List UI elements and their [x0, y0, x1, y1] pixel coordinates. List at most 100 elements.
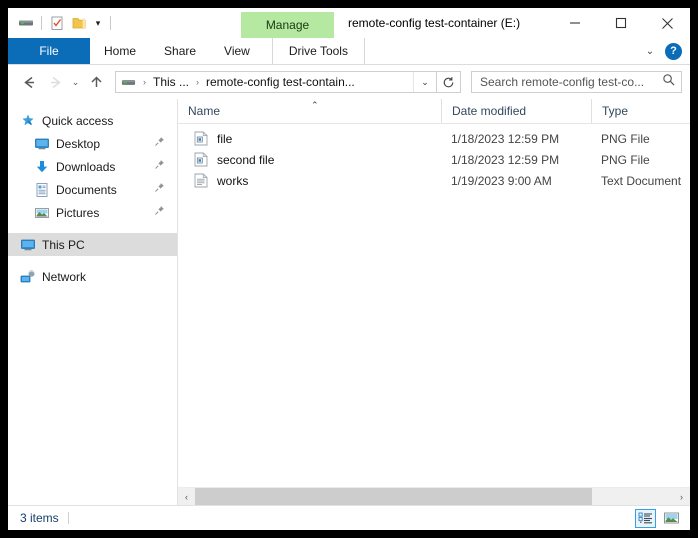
quick-access-star-icon [20, 113, 36, 129]
title-bar: ▾ Manage remote-config test-container (E… [8, 8, 690, 38]
tab-drive-tools[interactable]: Drive Tools [271, 38, 365, 64]
scroll-left-arrow-icon[interactable]: ‹ [178, 488, 195, 505]
navigation-pane: Quick access Desktop Downloads Documents… [8, 99, 178, 505]
tab-view[interactable]: View [210, 38, 264, 64]
maximize-icon[interactable] [598, 8, 644, 38]
search-placeholder: Search remote-config test-co... [480, 75, 645, 89]
up-button[interactable] [83, 69, 109, 95]
breadcrumb-segment-current[interactable]: remote-config test-contain... [204, 75, 357, 89]
table-row[interactable]: file 1/18/2023 12:59 PM PNG File [178, 128, 690, 149]
file-name-label: second file [217, 152, 275, 167]
window-title: remote-config test-container (E:) [348, 16, 521, 30]
breadcrumb[interactable]: › This ... › remote-config test-contain.… [115, 71, 437, 93]
breadcrumb-segment-this-pc[interactable]: This ... [151, 75, 191, 89]
pin-icon[interactable] [154, 205, 165, 219]
tab-share[interactable]: Share [150, 38, 210, 64]
recent-locations-chevron-icon[interactable]: ⌄ [68, 69, 83, 95]
file-type-cell: PNG File [601, 152, 650, 167]
address-bar: ⌄ › This ... › remote-config test-contai… [8, 65, 690, 99]
this-pc-icon [20, 237, 36, 253]
column-header-date-modified[interactable]: Date modified [441, 99, 591, 123]
sidebar-item-this-pc[interactable]: This PC [8, 233, 177, 256]
item-count-label: 3 items [20, 511, 59, 525]
file-name-label: file [217, 131, 233, 146]
file-name-cell[interactable]: second file [178, 152, 441, 167]
column-header-type[interactable]: Type [591, 99, 690, 123]
breadcrumb-dropdown-icon[interactable]: ⌄ [413, 72, 436, 92]
pin-icon[interactable] [154, 182, 165, 196]
forward-button[interactable] [42, 69, 68, 95]
contextual-tab-header-manage: Manage [241, 12, 334, 38]
scroll-right-arrow-icon[interactable]: › [673, 488, 690, 505]
ribbon-tab-bar: File Home Share View Drive Tools ⌄ ? [8, 38, 690, 65]
large-icons-view-button[interactable] [661, 509, 682, 528]
qat-separator-1 [41, 16, 42, 30]
file-name-label: works [217, 173, 249, 188]
ribbon-right-controls: ⌄ ? [641, 38, 686, 64]
explorer-body: Quick access Desktop Downloads Documents… [8, 99, 690, 505]
details-view-button[interactable] [635, 508, 656, 528]
file-list-pane: Name ⌃ Date modified Type file 1/18/2023… [178, 99, 690, 505]
back-button[interactable] [16, 69, 42, 95]
sidebar-item-quick-access[interactable]: Quick access [8, 109, 177, 132]
file-explorer-window: ▾ Manage remote-config test-container (E… [8, 8, 690, 530]
table-row[interactable]: second file 1/18/2023 12:59 PM PNG File [178, 149, 690, 170]
network-icon [20, 269, 36, 285]
file-date-cell: 1/18/2023 12:59 PM [451, 152, 560, 167]
sort-ascending-icon: ⌃ [311, 100, 319, 110]
pin-icon[interactable] [154, 159, 165, 173]
search-icon[interactable] [662, 73, 675, 91]
customize-chevron-icon[interactable]: ▾ [90, 12, 106, 34]
close-icon[interactable] [644, 8, 690, 38]
table-row[interactable]: works 1/19/2023 9:00 AM Text Document [178, 170, 690, 191]
sidebar-item-pictures[interactable]: Pictures [8, 201, 177, 224]
horizontal-scrollbar[interactable]: ‹ › [178, 487, 690, 505]
scrollbar-track[interactable] [195, 488, 673, 505]
sidebar-item-downloads[interactable]: Downloads [8, 155, 177, 178]
sidebar-item-label: Quick access [42, 113, 114, 128]
minimize-icon[interactable] [552, 8, 598, 38]
file-type-cell: Text Document [601, 173, 682, 188]
scrollbar-thumb[interactable] [195, 488, 592, 505]
png-file-icon [194, 131, 208, 146]
pin-icon[interactable] [154, 136, 165, 150]
sidebar-item-desktop[interactable]: Desktop [8, 132, 177, 155]
drive-icon[interactable] [15, 12, 37, 34]
chevron-down-icon[interactable]: ⌄ [641, 46, 659, 57]
sidebar-item-label: Documents [56, 182, 117, 197]
quick-access-toolbar: ▾ [8, 8, 115, 38]
file-date-cell: 1/19/2023 9:00 AM [451, 173, 552, 188]
documents-icon [34, 182, 50, 198]
tab-file[interactable]: File [8, 38, 90, 64]
column-header-name[interactable]: Name ⌃ [178, 99, 441, 123]
file-name-cell[interactable]: file [178, 131, 441, 146]
sidebar-item-label: Desktop [56, 136, 101, 151]
sidebar-item-label: Pictures [56, 205, 100, 220]
breadcrumb-separator-2: › [196, 77, 200, 87]
file-name-cell[interactable]: works [178, 173, 441, 188]
search-input[interactable]: Search remote-config test-co... [471, 71, 682, 93]
column-header-name-label: Name [188, 104, 221, 118]
column-header-date-label: Date modified [452, 104, 527, 118]
window-controls [552, 8, 690, 38]
qat-separator-2 [110, 16, 111, 30]
sidebar-item-label: Network [42, 269, 87, 284]
text-document-icon [194, 173, 208, 188]
breadcrumb-drive-icon [121, 75, 136, 90]
column-header-type-label: Type [602, 104, 629, 118]
help-icon[interactable]: ? [665, 42, 682, 60]
status-separator [67, 512, 69, 524]
sidebar-item-label: Downloads [56, 159, 116, 174]
new-folder-icon[interactable] [68, 12, 90, 34]
refresh-button[interactable] [437, 71, 461, 93]
tab-home[interactable]: Home [90, 38, 150, 64]
status-bar: 3 items [8, 505, 690, 530]
properties-icon[interactable] [46, 12, 68, 34]
desktop-icon [34, 136, 50, 152]
view-mode-buttons [635, 506, 682, 530]
sidebar-item-network[interactable]: Network [8, 265, 177, 288]
sidebar-item-label: This PC [42, 237, 85, 252]
file-rows: file 1/18/2023 12:59 PM PNG File second … [178, 124, 690, 487]
sidebar-item-documents[interactable]: Documents [8, 178, 177, 201]
